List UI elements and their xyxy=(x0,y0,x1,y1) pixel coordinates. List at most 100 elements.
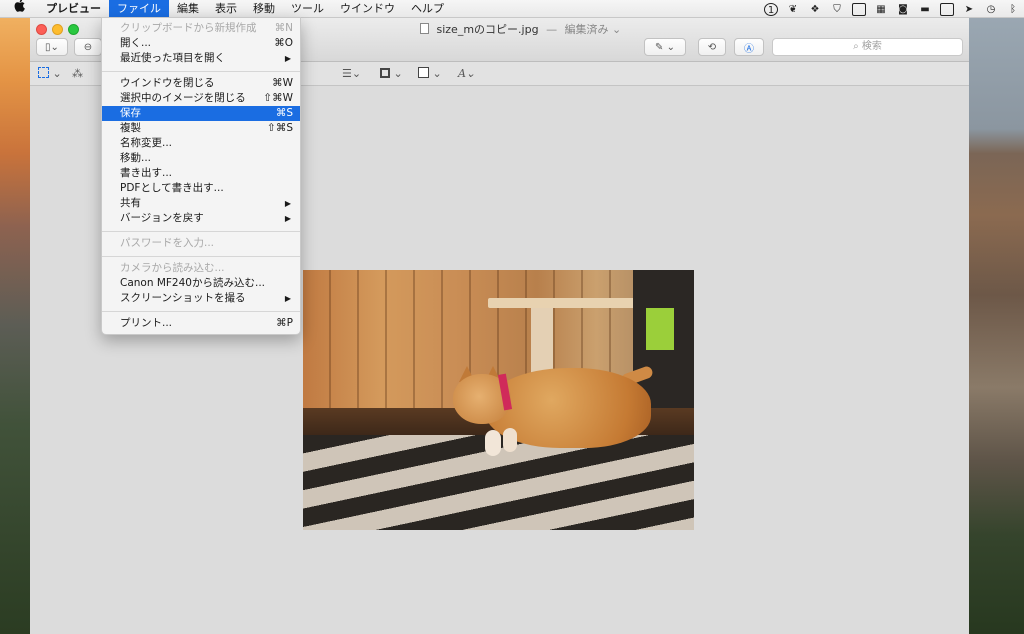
status-icons: 1 ❦ ❖ ⛉ ▦ ◙ ▬ ➤ ◷ ᛒ xyxy=(764,0,1020,18)
menu-item-label: 名称変更... xyxy=(120,137,173,149)
border-color-icon xyxy=(380,68,390,78)
camera-icon[interactable]: ◙ xyxy=(896,3,910,16)
menu-item-import-from-camera[interactable]: カメラから読み込む... xyxy=(102,261,300,276)
cat-paw xyxy=(503,428,517,452)
menu-window[interactable]: ウインドウ xyxy=(332,0,403,18)
pen-icon: ✎ ⌄ xyxy=(655,41,675,53)
menu-item-save[interactable]: 保存 ⌘S xyxy=(102,106,300,121)
maximize-window-button[interactable] xyxy=(68,24,79,35)
menu-item-open[interactable]: 開く... ⌘O xyxy=(102,36,300,51)
markup-pen-button[interactable]: ✎ ⌄ xyxy=(644,38,686,56)
instant-alpha-tool[interactable]: ⁂ xyxy=(72,66,83,82)
menu-item-label: バージョンを戻す xyxy=(120,212,204,224)
airplay-display-icon[interactable] xyxy=(940,2,954,16)
chevron-down-icon: ⌄ xyxy=(432,67,442,80)
menu-item-close-window[interactable]: ウインドウを閉じる ⌘W xyxy=(102,76,300,91)
menu-item-import-from-scanner[interactable]: Canon MF240から読み込む... xyxy=(102,276,300,291)
selection-icon xyxy=(38,67,49,78)
menu-tools[interactable]: ツール xyxy=(283,0,332,18)
desktop-wallpaper-left xyxy=(0,18,30,634)
photo-table xyxy=(488,298,638,308)
menu-separator xyxy=(102,66,300,76)
menu-item-label: 保存 xyxy=(120,107,141,119)
border-color-tool[interactable]: ⌄ xyxy=(380,66,403,82)
menu-item-duplicate[interactable]: 複製 ⇧⌘S xyxy=(102,121,300,136)
rotate-button[interactable]: ⟲ xyxy=(698,38,726,56)
menu-item-enter-password[interactable]: パスワードを入力... xyxy=(102,236,300,251)
sidebar-toggle-button[interactable]: ▯⌄ xyxy=(36,38,68,56)
menu-item-label: 移動... xyxy=(120,152,152,164)
menu-item-label: ウインドウを閉じる xyxy=(120,77,215,89)
menu-item-export[interactable]: 書き出す... xyxy=(102,166,300,181)
window-title[interactable]: size_mのコピー.jpg — 編集済み ⌄ xyxy=(420,21,621,37)
dropbox-sync-icon[interactable]: ❖ xyxy=(808,3,822,16)
menu-item-new-from-clipboard[interactable]: クリップボードから新規作成 ⌘N xyxy=(102,21,300,36)
bluetooth-icon[interactable]: ᛒ xyxy=(1006,3,1020,16)
menu-item-rename[interactable]: 名称変更... xyxy=(102,136,300,151)
submenu-arrow-icon: ▶ xyxy=(284,54,291,63)
menu-edit[interactable]: 編集 xyxy=(169,0,207,18)
menu-item-label: カメラから読み込む... xyxy=(120,262,225,274)
fill-color-icon xyxy=(418,67,429,78)
menu-item-open-recent[interactable]: 最近使った項目を開く ▶ xyxy=(102,51,300,66)
text-style-tool[interactable]: A⌄ xyxy=(458,66,475,82)
zoom-out-icon: ⊖ xyxy=(83,41,93,53)
menu-item-label: 共有 xyxy=(120,197,141,209)
menu-item-label: クリップボードから新規作成 xyxy=(120,22,257,34)
window-title-separator: — xyxy=(546,23,558,36)
rotate-icon: ⟲ xyxy=(707,41,717,53)
menu-item-label: パスワードを入力... xyxy=(120,237,215,249)
submenu-arrow-icon: ▶ xyxy=(284,294,291,303)
time-machine-icon[interactable]: ◷ xyxy=(984,3,998,16)
menu-app-name[interactable]: プレビュー xyxy=(38,0,109,18)
presentation-icon[interactable]: ▬ xyxy=(918,3,932,16)
submenu-arrow-icon: ▶ xyxy=(284,199,291,208)
grid-icon[interactable]: ▦ xyxy=(874,3,888,16)
menu-item-take-screenshot[interactable]: スクリーンショットを撮る ▶ xyxy=(102,291,300,306)
close-window-button[interactable] xyxy=(36,24,47,35)
menu-item-share[interactable]: 共有 ▶ xyxy=(102,196,300,211)
sidebar-icon: ▯⌄ xyxy=(45,41,59,53)
menu-bar: プレビュー ファイル 編集 表示 移動 ツール ウインドウ ヘルプ 1 ❦ ❖ … xyxy=(0,0,1024,18)
menu-item-shortcut: ⌘W xyxy=(272,77,293,89)
menu-item-revert-to[interactable]: バージョンを戻す ▶ xyxy=(102,211,300,226)
submenu-arrow-icon: ▶ xyxy=(284,214,291,223)
line-style-icon: ☰⌄ xyxy=(342,67,362,80)
menu-item-export-pdf[interactable]: PDFとして書き出す... xyxy=(102,181,300,196)
menu-item-move[interactable]: 移動... xyxy=(102,151,300,166)
search-placeholder: 検索 xyxy=(861,41,882,52)
menu-item-label: Canon MF240から読み込む... xyxy=(120,277,265,289)
chevron-down-icon: ⌄ xyxy=(52,67,62,80)
menu-separator xyxy=(102,226,300,236)
menu-help[interactable]: ヘルプ xyxy=(403,0,452,18)
rectangular-selection-tool[interactable]: ⌄ xyxy=(38,66,62,82)
menu-item-shortcut: ⇧⌘W xyxy=(263,92,293,104)
menu-file[interactable]: ファイル xyxy=(109,0,169,18)
minimize-window-button[interactable] xyxy=(52,24,63,35)
1password-icon[interactable]: 1 xyxy=(764,2,778,16)
window-edit-status[interactable]: 編集済み ⌄ xyxy=(565,23,622,36)
arrow-icon[interactable]: ➤ xyxy=(962,3,976,16)
menu-item-label: 複製 xyxy=(120,122,141,134)
menu-item-close-selected-images[interactable]: 選択中のイメージを閉じる ⇧⌘W xyxy=(102,91,300,106)
apple-menu-icon[interactable] xyxy=(0,0,38,18)
desktop-wallpaper-right xyxy=(969,18,1024,634)
menu-separator xyxy=(102,251,300,261)
menu-view[interactable]: 表示 xyxy=(207,0,245,18)
menu-go[interactable]: 移動 xyxy=(245,0,283,18)
menu-item-shortcut: ⌘O xyxy=(274,37,293,49)
line-style-tool[interactable]: ☰⌄ xyxy=(342,66,361,82)
shield-icon[interactable]: ⛉ xyxy=(830,3,844,16)
menu-item-shortcut: ⌘S xyxy=(275,107,293,119)
cat-photo[interactable] xyxy=(303,270,694,530)
markup-icon: Ⓐ xyxy=(744,43,754,55)
search-input[interactable]: ⌕ 検索 xyxy=(772,38,963,56)
zoom-out-button[interactable]: ⊖ xyxy=(74,38,102,56)
display-icon[interactable] xyxy=(852,2,866,16)
markup-toolbar-button[interactable]: Ⓐ xyxy=(734,38,764,56)
evernote-icon[interactable]: ❦ xyxy=(786,3,800,16)
menu-item-label: 最近使った項目を開く xyxy=(120,52,225,64)
menu-item-print[interactable]: プリント... ⌘P xyxy=(102,316,300,331)
fill-color-tool[interactable]: ⌄ xyxy=(418,66,442,82)
search-icon: ⌕ xyxy=(853,41,862,52)
